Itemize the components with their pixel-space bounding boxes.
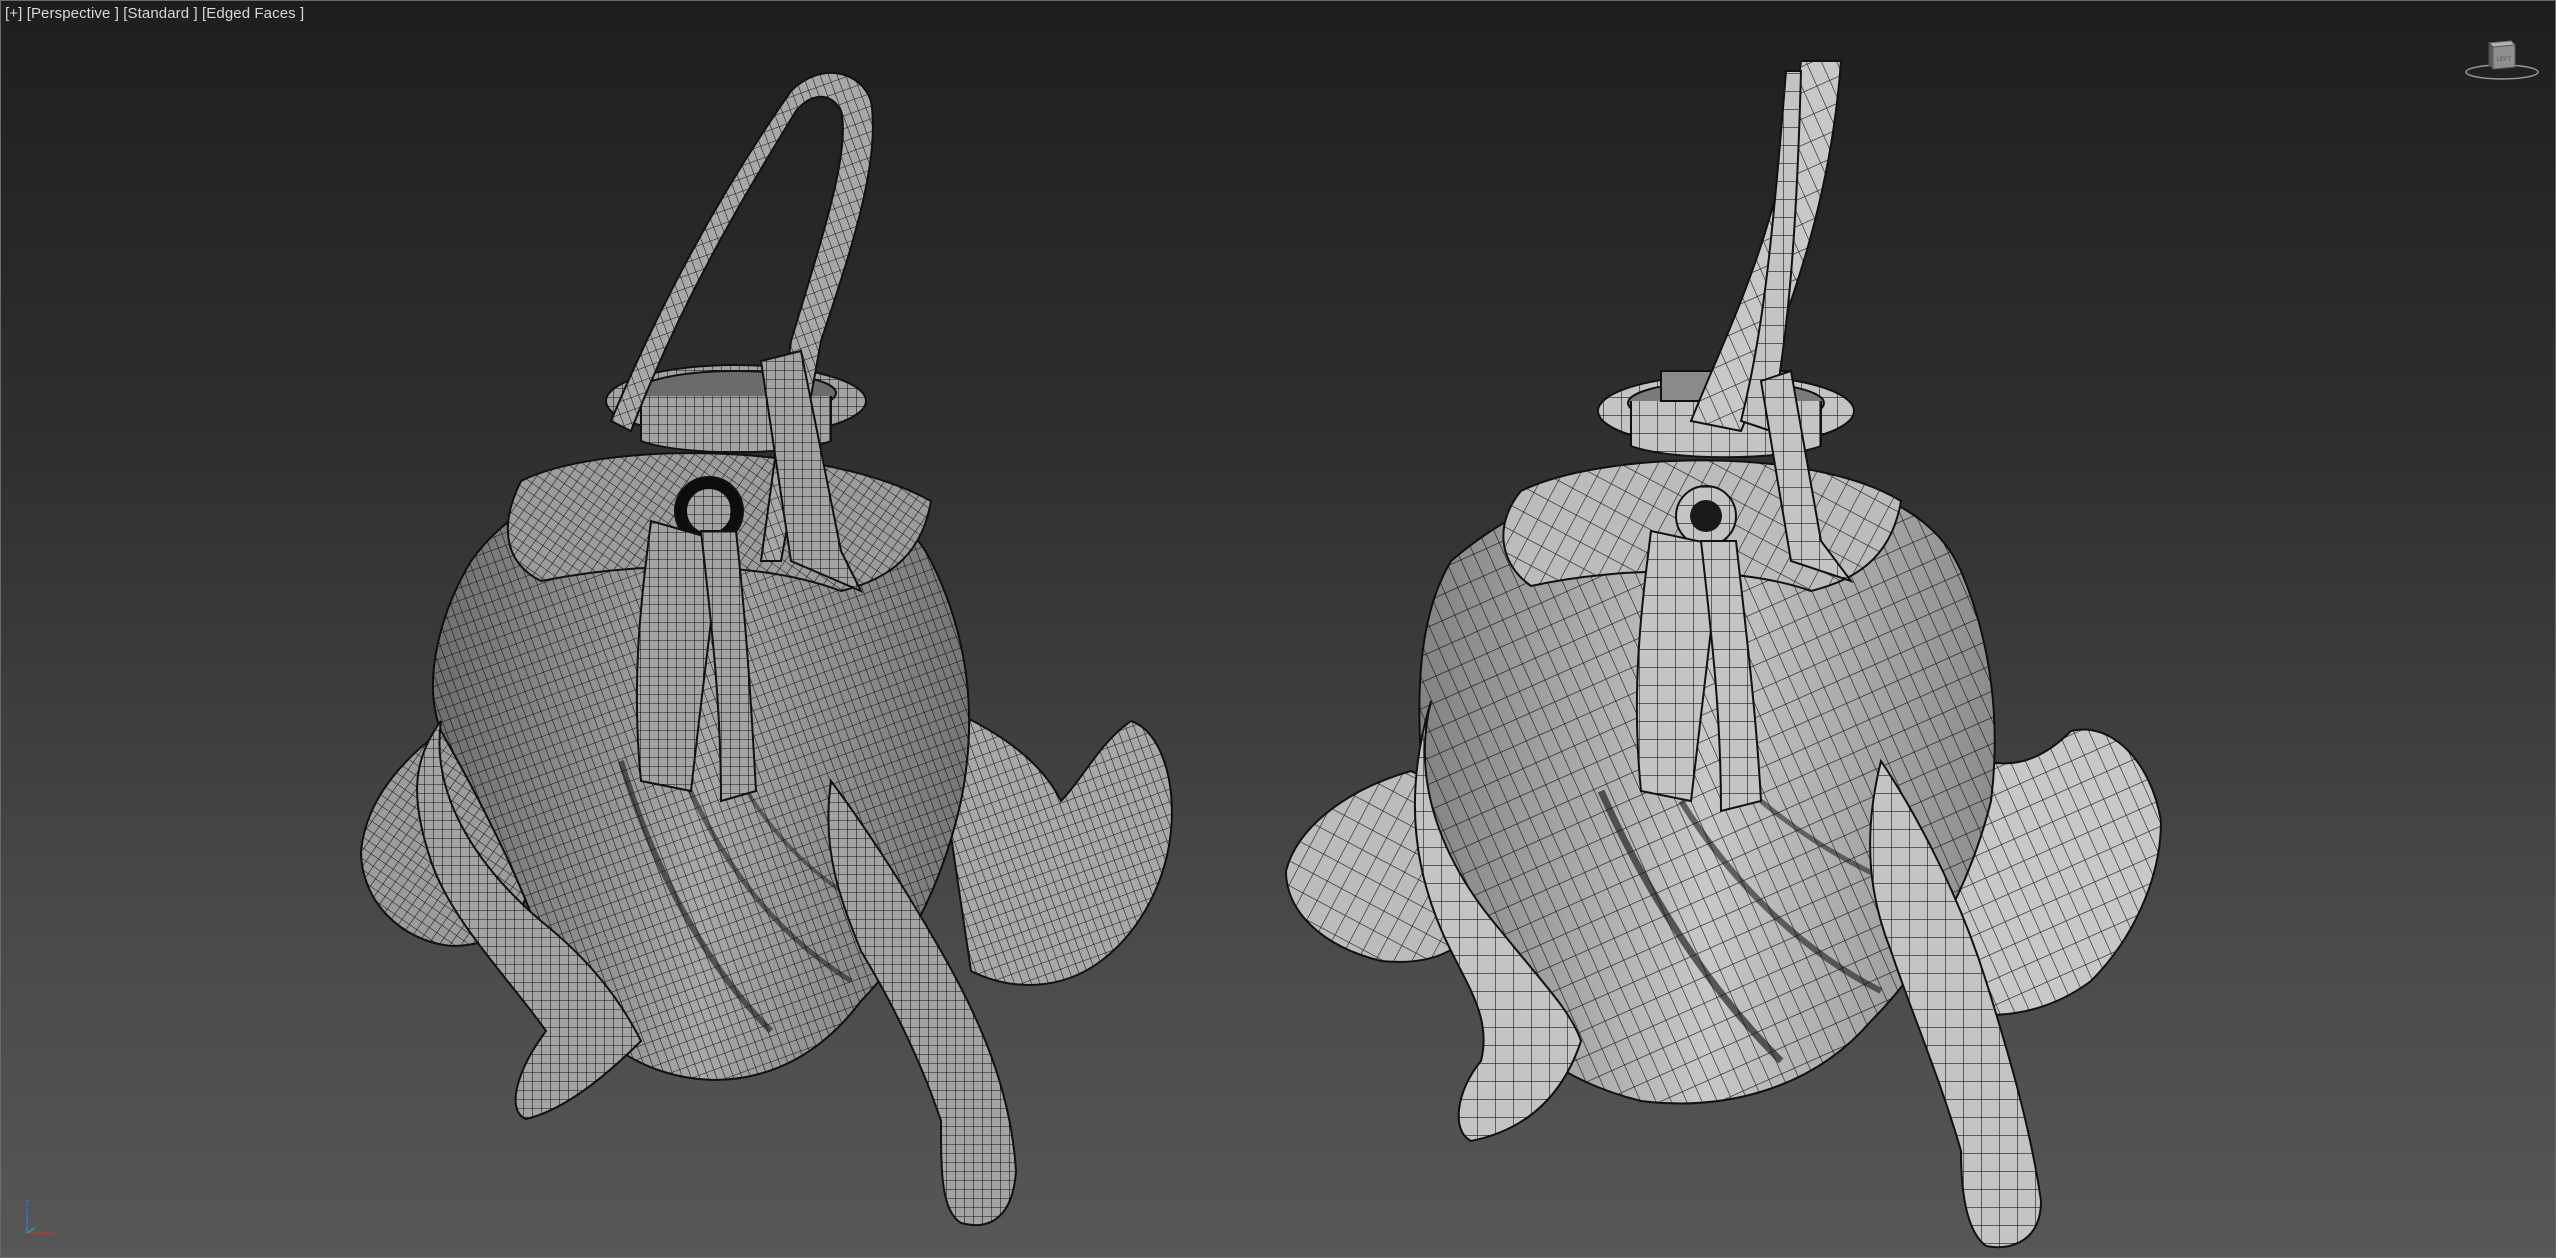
scene-models [359,60,2163,1249]
axis-tripod-icon: z x [15,1193,65,1243]
cloth-sculpt-right [1284,60,2163,1249]
cloth-sculpt-left [359,72,1173,1227]
z-axis-label: z [25,1198,30,1209]
perspective-viewport[interactable]: [+] [Perspective ] [Standard ] [Edged Fa… [0,0,2556,1258]
x-axis-label: x [51,1228,56,1239]
